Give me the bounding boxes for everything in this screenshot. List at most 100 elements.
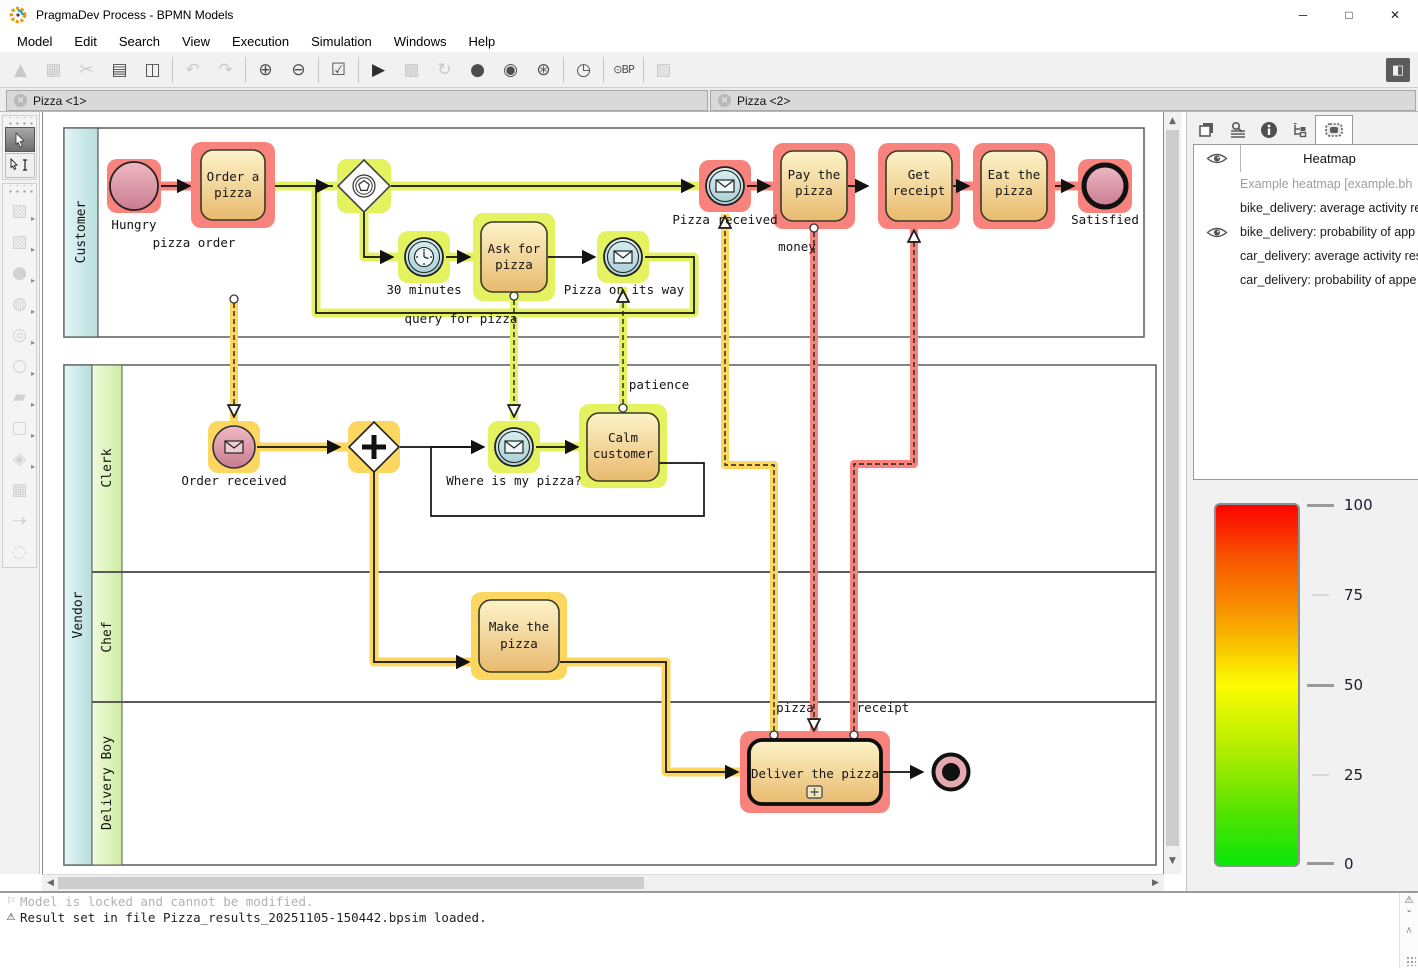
- menu-view[interactable]: View: [171, 32, 221, 51]
- menu-simulation[interactable]: Simulation: [300, 32, 383, 51]
- heatmap-row[interactable]: car_delivery: probability of appe: [1194, 268, 1418, 292]
- scale-label-50: 50: [1344, 676, 1363, 694]
- message-event-where-is-my-pizza[interactable]: [495, 428, 533, 466]
- heatmap-row[interactable]: bike_delivery: average activity re: [1194, 196, 1418, 220]
- scroll-left-icon[interactable]: ◀: [42, 878, 59, 888]
- gateway-tool-button[interactable]: ○▸: [3, 350, 36, 381]
- zoom-out-icon[interactable]: ⊖: [282, 56, 315, 84]
- lane-tool-button[interactable]: ▨▸: [3, 226, 36, 257]
- subprocess-deliver-the-pizza[interactable]: Deliver the pizza: [749, 740, 881, 804]
- menu-execution[interactable]: Execution: [221, 32, 300, 51]
- tab-pizza-2[interactable]: ✕ Pizza <2>: [710, 90, 1416, 111]
- panel-toggle-icon[interactable]: ◧: [1386, 58, 1410, 82]
- subprocess-expand-icon[interactable]: [807, 786, 822, 798]
- task-pay-the-pizza[interactable]: Pay the pizza: [781, 151, 847, 221]
- diamond-tool-button[interactable]: ◈▸: [3, 443, 36, 474]
- shape-palette: ▧▸ ▨▸ ●▸ ◍▸ ◎▸ ○▸ ▰▸ ▢▸ ◈▸ ▦ ⇢ ◌: [2, 183, 37, 568]
- scroll-down-icon[interactable]: ▼: [1164, 856, 1181, 866]
- tab-close-icon[interactable]: ✕: [14, 94, 27, 107]
- canvas-horizontal-scrollbar[interactable]: ◀ ▶: [42, 874, 1164, 891]
- undo-icon[interactable]: ↶: [176, 56, 209, 84]
- task-calm-customer[interactable]: Calm customer: [587, 413, 659, 481]
- task-eat-the-pizza[interactable]: Eat the pizza: [981, 151, 1047, 221]
- cursor-arrow-icon: [13, 132, 27, 148]
- navigate-up-icon[interactable]: ▲: [4, 56, 37, 84]
- canvas-vertical-scrollbar[interactable]: ▲ ▼: [1164, 112, 1181, 874]
- menu-help[interactable]: Help: [458, 32, 507, 51]
- pool-tool-button[interactable]: ▧▸: [3, 195, 36, 226]
- diagram-canvas[interactable]: Customer Vendor Clerk Chef Delivery Boy: [42, 112, 1164, 874]
- timer-event-30-minutes[interactable]: [405, 238, 443, 276]
- zoom-in-icon[interactable]: ⊕: [249, 56, 282, 84]
- tab-search-results-icon[interactable]: [1222, 115, 1253, 144]
- tab-models-icon[interactable]: [1191, 115, 1222, 144]
- message-event-pizza-received[interactable]: [706, 167, 744, 205]
- chevron-up-icon[interactable]: ∧: [1400, 925, 1418, 936]
- end-event-delivered[interactable]: [934, 755, 969, 790]
- print-icon[interactable]: ▤: [103, 56, 136, 84]
- text-select-tool-button[interactable]: [5, 153, 35, 178]
- task-tool-button[interactable]: ▰▸: [3, 381, 36, 412]
- export-diagram-icon[interactable]: ◫: [136, 56, 169, 84]
- message-start-event-order-received[interactable]: [213, 426, 255, 468]
- tab-hierarchy-icon[interactable]: [1284, 115, 1315, 144]
- minimize-button[interactable]: ─: [1280, 0, 1326, 30]
- watch-bpmn-icon[interactable]: ⊙BP: [607, 56, 640, 84]
- end-event-satisfied[interactable]: [1084, 165, 1126, 207]
- stop-icon[interactable]: ●: [461, 56, 494, 84]
- tab-heatmap-icon[interactable]: [1315, 115, 1353, 144]
- toolbar: ▲ ▦ ✂ ▤ ◫ ↶ ↷ ⊕ ⊖ ☑ ▶ ▩ ↻ ● ◉ ⊛ ◷ ⊙BP ▨ …: [0, 52, 1418, 88]
- scroll-up-icon[interactable]: ▲: [1164, 116, 1181, 126]
- save-icon[interactable]: ▦: [37, 56, 70, 84]
- menu-windows[interactable]: Windows: [383, 32, 458, 51]
- association-tool-button[interactable]: ◌: [3, 536, 36, 567]
- task-order-a-pizza[interactable]: Order a pizza: [201, 150, 265, 220]
- trace-icon[interactable]: ▨: [647, 56, 680, 84]
- intermediate-event-tool-button[interactable]: ◍▸: [3, 288, 36, 319]
- palette-drag-handle[interactable]: [5, 185, 34, 194]
- end-event-tool-button[interactable]: ◎▸: [3, 319, 36, 350]
- chevron-down-icon[interactable]: ⌄: [1400, 905, 1418, 914]
- vertical-scroll-thumb[interactable]: [1166, 130, 1179, 846]
- check-model-icon[interactable]: ☑: [322, 56, 355, 84]
- start-event-hungry[interactable]: [110, 162, 158, 210]
- eye-icon[interactable]: [1206, 152, 1228, 165]
- timed-run-icon[interactable]: ◷: [567, 56, 600, 84]
- menu-search[interactable]: Search: [108, 32, 171, 51]
- eye-icon[interactable]: [1206, 226, 1228, 239]
- tab-info-icon[interactable]: [1253, 115, 1284, 144]
- app-logo-icon: [9, 6, 27, 24]
- menu-edit[interactable]: Edit: [63, 32, 107, 51]
- close-button[interactable]: ✕: [1372, 0, 1418, 30]
- warning-icon: ⚠: [4, 912, 18, 923]
- start-event-tool-button[interactable]: ●▸: [3, 257, 36, 288]
- pause-icon[interactable]: ▩: [395, 56, 428, 84]
- redo-icon[interactable]: ↷: [209, 56, 242, 84]
- task-ask-for-pizza[interactable]: Ask for pizza: [481, 222, 547, 292]
- tab-close-icon[interactable]: ✕: [718, 94, 731, 107]
- task-make-the-pizza[interactable]: Make the pizza: [479, 600, 559, 672]
- heatmap-row[interactable]: Example heatmap [example.bh: [1194, 172, 1418, 196]
- palette-drag-handle[interactable]: [5, 117, 34, 126]
- cut-icon[interactable]: ✂: [70, 56, 103, 84]
- scroll-right-icon[interactable]: ▶: [1147, 878, 1164, 888]
- label-satisfied: Satisfied: [1071, 212, 1139, 227]
- play-icon[interactable]: ▶: [362, 56, 395, 84]
- menu-model[interactable]: Model: [6, 32, 63, 51]
- heatmap-row[interactable]: car_delivery: average activity res: [1194, 244, 1418, 268]
- message-event-pizza-on-its-way[interactable]: [604, 238, 642, 276]
- maximize-button[interactable]: □: [1326, 0, 1372, 30]
- subprocess-tool-button[interactable]: ▢▸: [3, 412, 36, 443]
- step-run-icon[interactable]: ◉: [494, 56, 527, 84]
- group-tool-button[interactable]: ▦: [3, 474, 36, 505]
- restart-icon[interactable]: ↻: [428, 56, 461, 84]
- message-flow-tool-button[interactable]: ⇢: [3, 505, 36, 536]
- select-tool-button[interactable]: [5, 127, 35, 152]
- scale-label-75: 75: [1344, 586, 1363, 604]
- tab-pizza-1[interactable]: ✕ Pizza <1>: [6, 90, 708, 111]
- task-get-receipt[interactable]: Get receipt: [886, 151, 952, 221]
- heatmap-row[interactable]: bike_delivery: probability of app: [1194, 220, 1418, 244]
- horizontal-scroll-thumb[interactable]: [58, 877, 644, 889]
- fast-run-icon[interactable]: ⊛: [527, 56, 560, 84]
- resize-grip[interactable]: [1406, 956, 1416, 966]
